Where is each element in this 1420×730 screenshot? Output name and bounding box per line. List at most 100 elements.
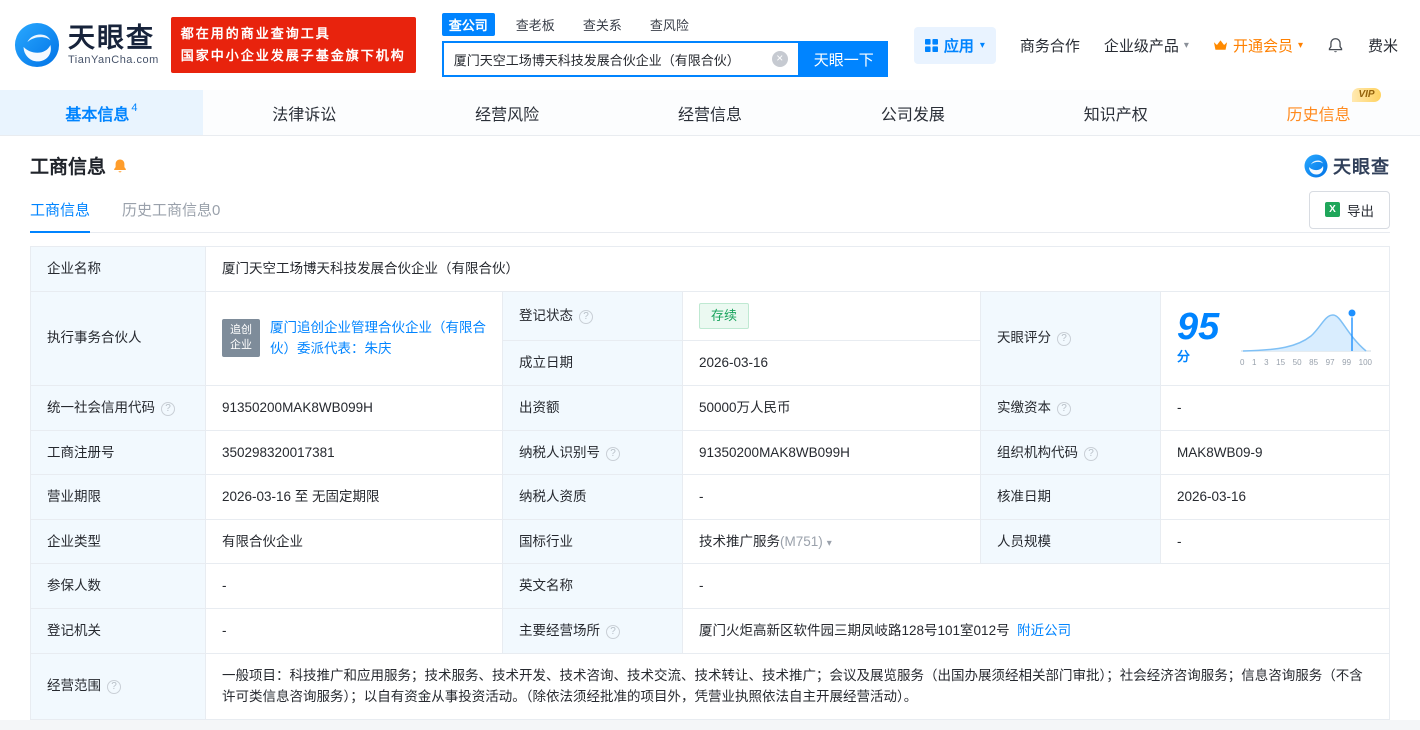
help-icon[interactable]: ? — [161, 401, 175, 416]
help-icon[interactable]: ? — [107, 680, 121, 695]
partner-logo-badge[interactable]: 追创 企业 — [222, 319, 260, 358]
industry-expand-icon[interactable]: ▾ — [827, 538, 832, 549]
executive-partner-value: 追创 企业 厦门追创企业管理合伙企业（有限合伙）委派代表：朱庆 — [205, 290, 503, 386]
search-tab-relation[interactable]: 查关系 — [576, 13, 629, 36]
establish-date-label: 成立日期 — [502, 340, 683, 386]
help-icon[interactable]: ? — [579, 310, 593, 325]
tianyancha-watermark: 天眼查 — [1304, 153, 1390, 179]
user-name[interactable]: 费米 — [1368, 35, 1398, 56]
business-address-value: 厦门火炬高新区软件园三期凤岐路128号101室012号 附近公司 — [682, 607, 1390, 654]
apps-menu-button[interactable]: 应用 ▾ — [913, 26, 996, 64]
tab-operation-risk[interactable]: 经营风险 — [406, 90, 609, 135]
chevron-down-icon: ▾ — [1297, 40, 1303, 51]
executive-partner-link[interactable]: 厦门追创企业管理合伙企业（有限合伙）委派代表：朱庆 — [270, 317, 486, 360]
score-axis: 013 15 50 85 97 99 100 — [1240, 358, 1372, 368]
registration-status-value: 存续 — [682, 290, 981, 342]
search-input[interactable] — [453, 51, 772, 67]
clear-search-icon[interactable]: × — [771, 51, 788, 67]
contribution-label: 出资额 — [502, 384, 683, 431]
search-tab-company[interactable]: 查公司 — [441, 13, 495, 36]
export-button[interactable]: X 导出 — [1309, 190, 1390, 229]
nearby-companies-link[interactable]: 附近公司 — [1017, 623, 1071, 638]
crown-icon — [1213, 40, 1227, 50]
header-right-nav: 应用 ▾ 商务合作 企业级产品 ▾ 开通会员 ▾ 费米 — [913, 26, 1398, 64]
table-row: 营业期限 2026-03-16 至 无固定期限 纳税人资质 - 核准日期 202… — [30, 474, 1390, 520]
promo-line-2: 国家中小企业发展子基金旗下机构 — [180, 48, 406, 63]
taxpayer-qualification-label: 纳税人资质 — [502, 474, 683, 520]
taxpayer-id-label: 纳税人识别号? — [502, 429, 683, 476]
search-area: 查公司 查老板 查关系 查风险 × 天眼一下 — [441, 13, 888, 77]
company-name-value: 厦门天空工场博天科技发展合伙企业（有限合伙） — [205, 246, 1390, 292]
registration-authority-value: - — [205, 607, 503, 654]
english-name-value: - — [682, 563, 1390, 609]
table-row: 经营范围? 一般项目：科技推广和应用服务；技术服务、技术开发、技术咨询、技术交流… — [30, 652, 1390, 720]
main-content: 工商信息 天眼查 工商信息 历史工商信息0 X 导出 企业名称 厦门天空工场博天… — [0, 136, 1420, 720]
staff-size-value: - — [1160, 518, 1390, 565]
nav-open-vip[interactable]: 开通会员 ▾ — [1213, 35, 1303, 56]
bell-curve-chart — [1241, 308, 1371, 353]
tab-legal-proceedings[interactable]: 法律诉讼 — [203, 90, 406, 135]
contribution-value: 50000万人民币 — [682, 384, 981, 431]
business-info-table: 企业名称 厦门天空工场博天科技发展合伙企业（有限合伙） 执行事务合伙人 追创 企… — [30, 246, 1390, 720]
tab-intellectual-property[interactable]: 知识产权 — [1014, 90, 1217, 135]
nav-enterprise-products[interactable]: 企业级产品 ▾ — [1104, 35, 1189, 56]
tab-basic-info[interactable]: 基本信息 4 — [0, 90, 203, 135]
business-scope-value: 一般项目：科技推广和应用服务；技术服务、技术开发、技术咨询、技术交流、技术转让、… — [205, 652, 1390, 720]
tab-company-development[interactable]: 公司发展 — [811, 90, 1014, 135]
table-row: 执行事务合伙人 追创 企业 厦门追创企业管理合伙企业（有限合伙）委派代表：朱庆 … — [30, 290, 1390, 386]
help-icon[interactable]: ? — [1057, 401, 1071, 416]
credit-code-label: 统一社会信用代码? — [30, 384, 206, 431]
subtab-history-business-info[interactable]: 历史工商信息0 — [122, 187, 220, 232]
search-tab-boss[interactable]: 查老板 — [509, 13, 562, 36]
industry-value: 技术推广服务(M751) ▾ — [682, 518, 981, 565]
org-code-value: MAK8WB09-9 — [1160, 429, 1390, 476]
help-icon[interactable]: ? — [606, 624, 620, 639]
executive-partner-label: 执行事务合伙人 — [30, 290, 206, 386]
registration-status-label: 登记状态? — [502, 290, 683, 342]
chevron-down-icon: ▾ — [1183, 40, 1189, 51]
company-name-label: 企业名称 — [30, 246, 206, 292]
tab-count-badge: 4 — [131, 101, 138, 114]
excel-icon: X — [1325, 202, 1340, 217]
subtab-bar: 工商信息 历史工商信息0 X 导出 — [30, 187, 1390, 233]
approval-date-value: 2026-03-16 — [1160, 474, 1390, 520]
top-header: 天眼查 TianYanCha.com 都在用的商业查询工具 国家中小企业发展子基… — [0, 0, 1420, 90]
tyc-score-label: 天眼评分? — [980, 290, 1161, 386]
tyc-score-value: 95分 013 15 50 85 97 99 100 — [1160, 290, 1390, 386]
search-tab-risk[interactable]: 查风险 — [643, 13, 696, 36]
company-nav-tabs: 基本信息 4 法律诉讼 经营风险 经营信息 公司发展 知识产权 历史信息 VIP — [0, 87, 1420, 136]
search-submit-button[interactable]: 天眼一下 — [799, 41, 888, 77]
promo-banner: 都在用的商业查询工具 国家中小企业发展子基金旗下机构 — [170, 16, 416, 74]
grid-icon — [924, 38, 938, 52]
insured-count-value: - — [205, 563, 503, 609]
business-scope-label: 经营范围? — [30, 652, 206, 720]
paid-capital-value: - — [1160, 384, 1390, 431]
credit-code-value: 91350200MAK8WB099H — [205, 384, 503, 431]
tianyancha-logo[interactable]: 天眼查 TianYanCha.com — [14, 22, 159, 68]
status-badge: 存续 — [699, 302, 750, 330]
page-bottom-strip — [0, 720, 1420, 730]
help-icon[interactable]: ? — [1057, 332, 1071, 347]
help-icon[interactable]: ? — [1084, 446, 1098, 461]
tab-history-info[interactable]: 历史信息 VIP — [1217, 87, 1420, 135]
score-number: 95 — [1177, 306, 1220, 349]
vip-badge: VIP — [1352, 87, 1381, 102]
tab-operation-info[interactable]: 经营信息 — [609, 90, 812, 135]
org-code-label: 组织机构代码? — [980, 429, 1161, 476]
table-row: 参保人数 - 英文名称 - — [30, 563, 1390, 609]
subscribe-bell-icon[interactable] — [112, 158, 128, 174]
section-title: 工商信息 — [30, 157, 107, 178]
search-box: × — [441, 41, 800, 77]
taxpayer-id-value: 91350200MAK8WB099H — [682, 429, 981, 476]
paid-capital-label: 实缴资本? — [980, 384, 1161, 431]
approval-date-label: 核准日期 — [980, 474, 1161, 520]
help-icon[interactable]: ? — [606, 446, 620, 461]
notification-bell-icon[interactable] — [1327, 37, 1344, 54]
table-row: 统一社会信用代码? 91350200MAK8WB099H 出资额 50000万人… — [30, 384, 1390, 431]
subtab-business-info[interactable]: 工商信息 — [30, 187, 91, 233]
english-name-label: 英文名称 — [502, 563, 683, 609]
promo-line-1: 都在用的商业查询工具 — [180, 25, 331, 41]
chevron-down-icon: ▾ — [979, 40, 985, 51]
table-row: 企业类型 有限合伙企业 国标行业 技术推广服务(M751) ▾ 人员规模 - — [30, 518, 1390, 565]
nav-business-cooperation[interactable]: 商务合作 — [1020, 35, 1080, 56]
